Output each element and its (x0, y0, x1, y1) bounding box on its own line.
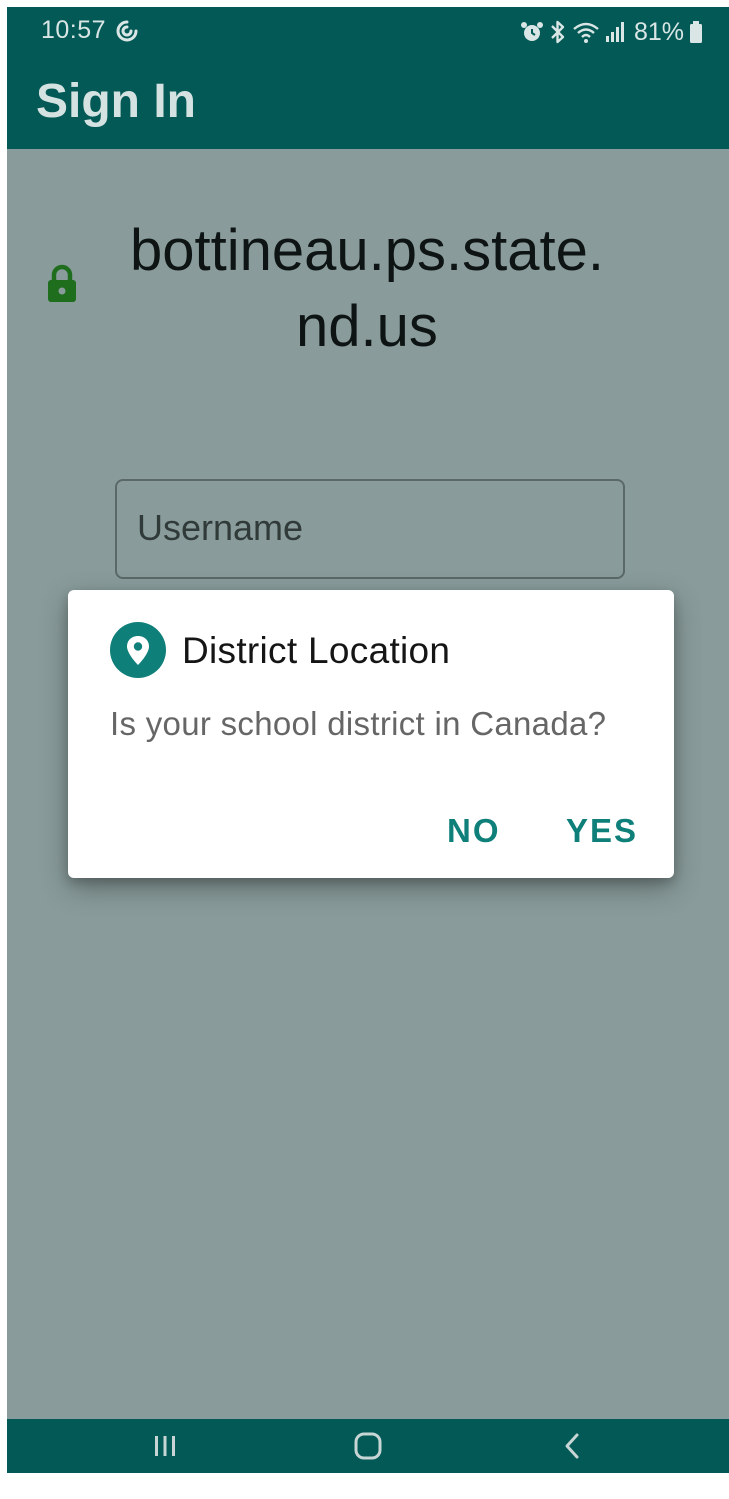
back-icon (565, 1433, 579, 1459)
wifi-icon (573, 22, 599, 43)
location-pin-icon (110, 622, 166, 678)
district-location-dialog: District Location Is your school distric… (68, 590, 674, 878)
battery-percent: 81% (633, 17, 684, 46)
signal-icon (605, 22, 624, 42)
status-bar: 10:57 81% (7, 7, 729, 57)
dialog-title: District Location (182, 630, 451, 671)
status-icons: 81% (520, 17, 703, 47)
app-bar: Sign In (7, 57, 729, 149)
recents-button[interactable] (125, 1419, 205, 1473)
username-placeholder: Username (137, 507, 304, 548)
recents-icon (155, 1436, 175, 1456)
navigation-bar (7, 1419, 729, 1473)
sync-icon (116, 20, 138, 42)
lock-icon (48, 264, 76, 302)
no-button[interactable]: NO (447, 812, 501, 850)
status-time: 10:57 (41, 16, 107, 44)
back-button[interactable] (532, 1419, 612, 1473)
page-title: Sign In (36, 75, 196, 128)
username-input[interactable]: Username (115, 479, 625, 579)
dialog-message: Is your school district in Canada? (110, 705, 607, 742)
yes-button[interactable]: YES (566, 812, 638, 850)
district-domain: bottineau.ps.state.nd.us (130, 218, 604, 359)
alarm-icon (520, 22, 543, 41)
bluetooth-icon (551, 20, 565, 44)
home-button[interactable] (328, 1419, 408, 1473)
battery-icon (690, 21, 702, 43)
home-icon (354, 1432, 382, 1460)
phone-screen: 10:57 81% Sign In bottineau.ps.state.nd.… (7, 7, 729, 1473)
